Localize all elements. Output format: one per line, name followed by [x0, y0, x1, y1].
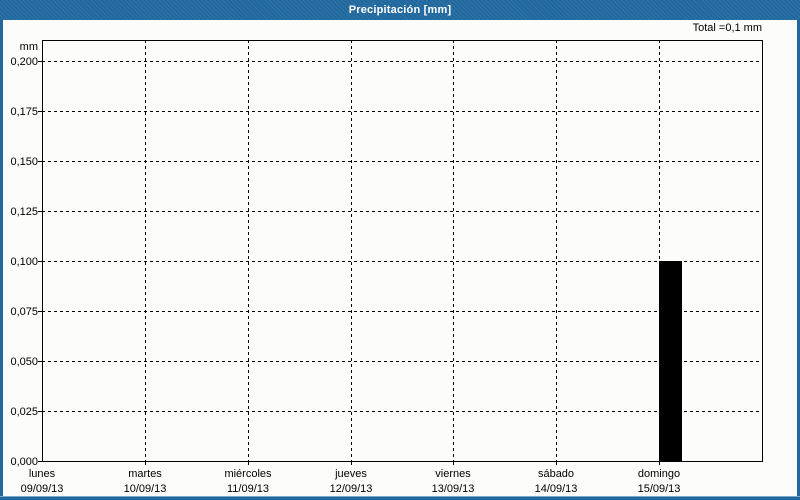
y-tick-label: 0,100	[10, 256, 38, 268]
day-label: sábado	[538, 468, 574, 480]
y-tick-label: 0,125	[10, 206, 38, 218]
chart-window: Precipitación [mm] Total =0,1 mm mm 0,00…	[0, 0, 800, 500]
day-label: miércoles	[224, 468, 272, 480]
day-label: martes	[128, 468, 162, 480]
precipitation-chart: 0,000 0,025 0,050 0,075 0,100 0,125 0,150 0,175…	[0, 0, 800, 500]
y-tick-label: 0,050	[10, 356, 38, 368]
plot-border	[43, 41, 763, 462]
day-label: lunes	[29, 468, 56, 480]
date-label: 09/09/13	[21, 483, 64, 495]
date-label: 14/09/13	[535, 483, 578, 495]
y-tick-label: 0,025	[10, 406, 38, 418]
y-tick-label: 0,200	[10, 56, 38, 68]
day-label: jueves	[334, 468, 367, 480]
day-label: viernes	[435, 468, 471, 480]
y-tick-label: 0,150	[10, 156, 38, 168]
day-label: domingo	[638, 468, 680, 480]
y-tick-label: 0,175	[10, 106, 38, 118]
date-label: 13/09/13	[432, 483, 475, 495]
date-label: 10/09/13	[124, 483, 167, 495]
date-label: 11/09/13	[227, 483, 269, 495]
y-tick-label: 0,000	[10, 456, 38, 468]
precipitation-bar	[659, 261, 682, 461]
date-label: 15/09/13	[638, 483, 681, 495]
y-tick-label: 0,075	[10, 306, 38, 318]
date-label: 12/09/13	[330, 483, 373, 495]
